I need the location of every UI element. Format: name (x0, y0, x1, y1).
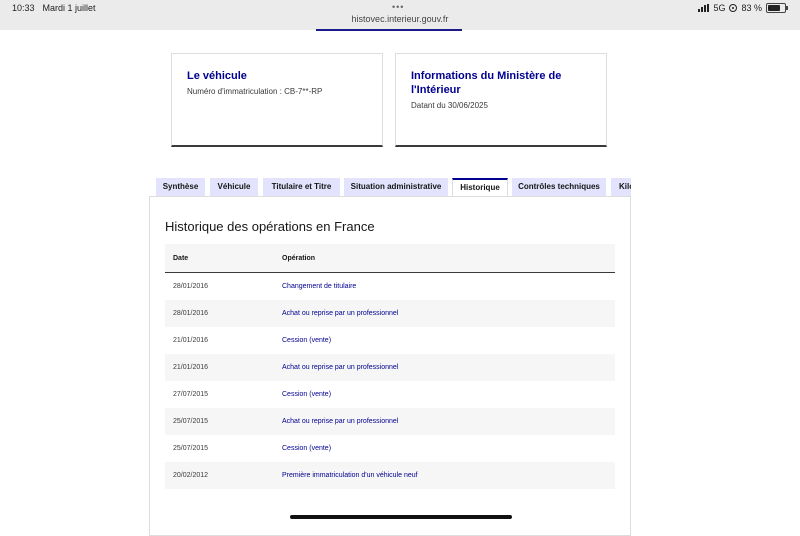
battery-percent: 83 % (741, 3, 762, 13)
status-date: Mardi 1 juillet (42, 3, 96, 13)
ministry-date: Datant du 30/06/2025 (411, 101, 488, 110)
row-operation: Première immatriculation d'un véhicule n… (282, 472, 418, 479)
column-header-operation: Opération (282, 255, 316, 262)
tab-historique[interactable]: Historique (452, 178, 508, 197)
more-dots-icon[interactable]: ••• (392, 3, 404, 12)
tab-vehicule[interactable]: Véhicule (210, 178, 258, 197)
status-time: 10:33 (12, 3, 35, 13)
row-date: 25/07/2015 (173, 445, 209, 452)
row-operation: Changement de titulaire (282, 283, 357, 290)
row-date: 21/01/2016 (173, 364, 209, 371)
row-operation: Achat ou reprise par un professionnel (282, 364, 399, 371)
row-date: 27/07/2015 (173, 391, 209, 398)
history-title: Historique des opérations en France (165, 219, 375, 234)
address-bar-underline (316, 29, 462, 31)
status-time-date: 10:33 Mardi 1 juillet (12, 3, 96, 13)
status-indicators: 5G 83 % (698, 3, 788, 13)
location-icon (729, 4, 738, 12)
row-operation: Cession (vente) (282, 391, 332, 398)
table-row: 20/02/2012 Première immatriculation d'un… (165, 462, 615, 489)
tab-bar: Synthèse Véhicule Titulaire et Titre Sit… (156, 178, 631, 197)
battery-fill (768, 5, 780, 11)
table-row: 21/01/2016 Achat ou reprise par un profe… (165, 354, 615, 381)
tab-controles-techniques[interactable]: Contrôles techniques (512, 178, 606, 197)
signal-icon (698, 4, 710, 12)
row-date: 25/07/2015 (173, 418, 209, 425)
vehicle-card-title: Le véhicule (187, 70, 247, 82)
history-table: Date Opération 28/01/2016 Changement de … (165, 244, 615, 489)
row-operation: Achat ou reprise par un professionnel (282, 310, 399, 317)
ministry-card-title: Informations du Ministère de l'Intérieur (411, 70, 562, 96)
vehicle-card: Le véhicule Numéro d'immatriculation : C… (171, 53, 383, 147)
tab-kilometrage[interactable]: Kilo (611, 178, 631, 197)
column-header-date: Date (173, 255, 189, 262)
row-operation: Achat ou reprise par un professionnel (282, 418, 399, 425)
browser-status-bar: 10:33 Mardi 1 juillet ••• histovec.interi… (0, 0, 800, 31)
tab-titulaire-titre[interactable]: Titulaire et Titre (263, 178, 340, 197)
table-row: 25/07/2015 Cession (vente) (165, 435, 615, 462)
home-indicator[interactable] (290, 515, 512, 519)
row-date: 21/01/2016 (173, 337, 209, 344)
ministry-card: Informations du Ministère de l'Intérieur… (395, 53, 607, 147)
row-date: 20/02/2012 (173, 472, 209, 479)
battery-icon (766, 3, 788, 13)
row-date: 28/01/2016 (173, 310, 209, 317)
network-label: 5G (713, 3, 726, 13)
table-header: Date Opération (165, 244, 615, 273)
registration-number: Numéro d'immatriculation : CB-7**-RP (187, 87, 323, 96)
table-row: 28/01/2016 Achat ou reprise par un profe… (165, 300, 615, 327)
table-row: 25/07/2015 Achat ou reprise par un profe… (165, 408, 615, 435)
table-row: 28/01/2016 Changement de titulaire (165, 273, 615, 300)
tab-situation-administrative[interactable]: Situation administrative (344, 178, 448, 197)
address-bar-url[interactable]: histovec.interieur.gouv.fr (0, 14, 800, 24)
tab-synthese[interactable]: Synthèse (156, 178, 205, 197)
row-date: 28/01/2016 (173, 283, 209, 290)
table-row: 21/01/2016 Cession (vente) (165, 327, 615, 354)
row-operation: Cession (vente) (282, 445, 332, 452)
history-panel: Historique des opérations en France Date… (149, 196, 631, 536)
table-row: 27/07/2015 Cession (vente) (165, 381, 615, 408)
row-operation: Cession (vente) (282, 337, 332, 344)
